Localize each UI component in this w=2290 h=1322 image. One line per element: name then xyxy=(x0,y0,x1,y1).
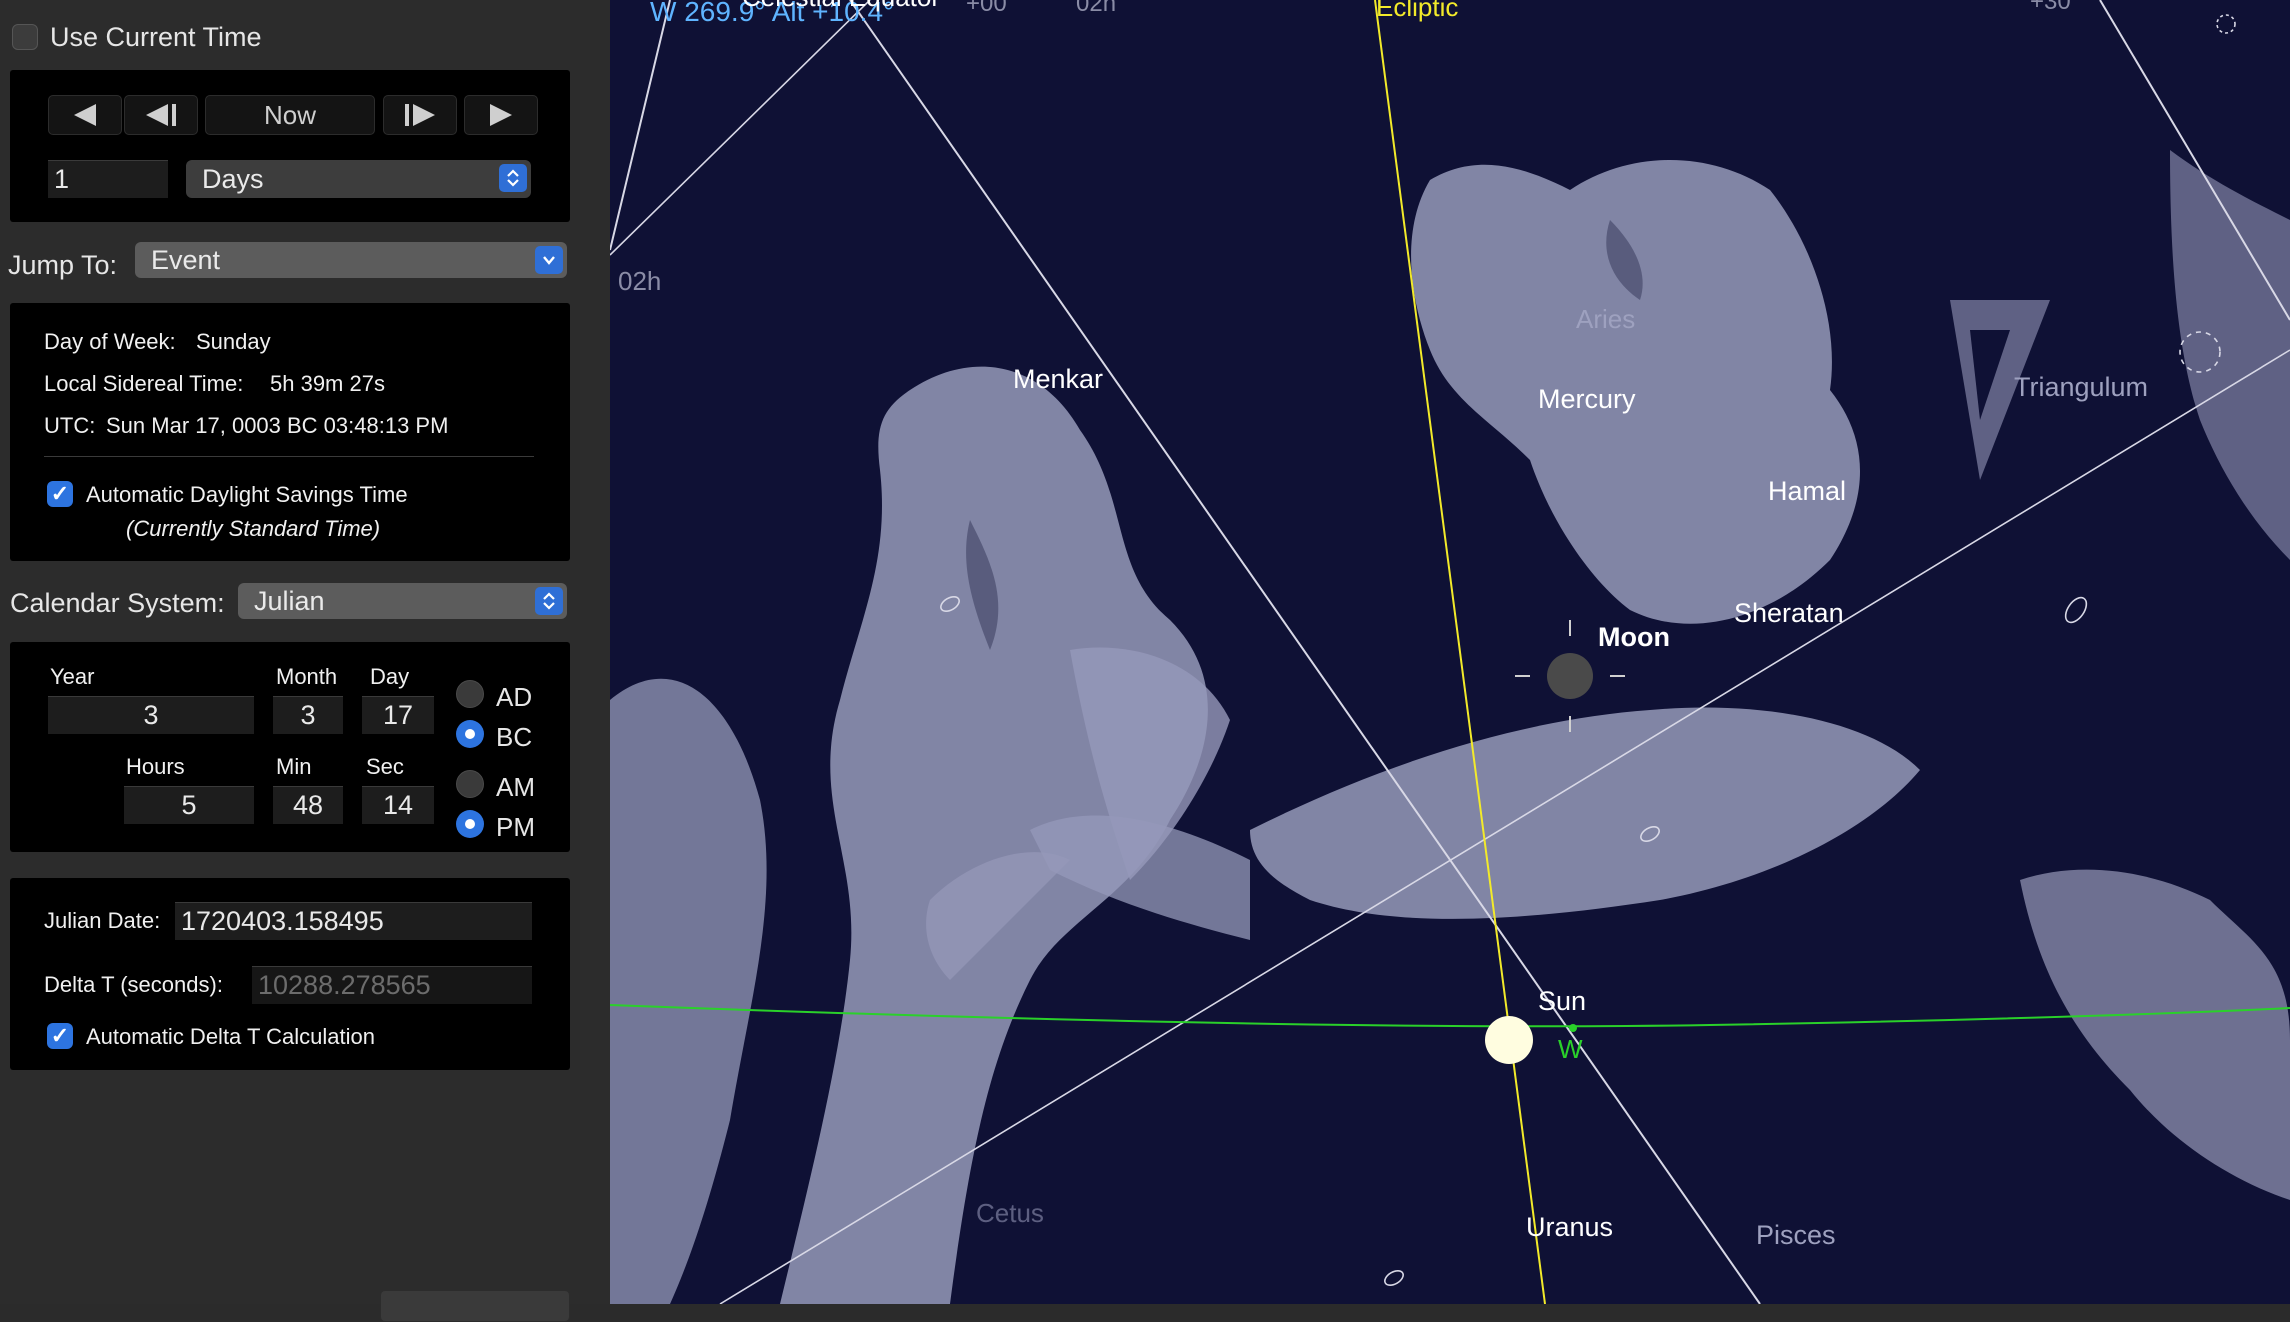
delta-t-label: Delta T (seconds): xyxy=(44,972,223,997)
menkar-label[interactable]: Menkar xyxy=(1013,364,1103,395)
am-radio[interactable] xyxy=(456,770,484,798)
auto-delta-t-checkbox[interactable]: ✓ xyxy=(47,1023,73,1049)
hours-input[interactable]: 5 xyxy=(124,786,254,824)
aries-label[interactable]: Aries xyxy=(1576,304,1635,335)
chevron-down-icon xyxy=(535,246,563,274)
utc-value: Sun Mar 17, 0003 BC 03:48:13 PM xyxy=(106,413,449,438)
calendar-system-select[interactable]: Julian xyxy=(238,583,567,619)
west-point-marker xyxy=(1569,1024,1577,1032)
grid-label-dec-30: +30 xyxy=(2030,0,2071,15)
pisces-label[interactable]: Pisces xyxy=(1756,1220,1836,1251)
cetus-figure xyxy=(610,678,767,1304)
updown-chevron-icon xyxy=(499,164,527,192)
calendar-system-label: Calendar System: xyxy=(10,588,225,618)
right-figure xyxy=(2020,869,2290,1200)
jump-to-value: Event xyxy=(151,244,221,275)
step-back-button[interactable] xyxy=(124,95,198,135)
cluster-marker xyxy=(2216,14,2236,34)
julian-date-input[interactable]: 1720403.158495 xyxy=(175,902,532,940)
moon-label[interactable]: Moon xyxy=(1598,622,1670,653)
step-forward-button[interactable] xyxy=(383,95,457,135)
celestial-equator-label: Celestial Equator xyxy=(742,0,940,13)
cetus-label[interactable]: Cetus xyxy=(976,1198,1044,1229)
time-stepper-box xyxy=(10,70,570,222)
sidereal-time-value: 5h 39m 27s xyxy=(270,371,385,396)
panel-bottom-button[interactable] xyxy=(380,1290,570,1322)
sun-label[interactable]: Sun xyxy=(1538,986,1586,1017)
jump-to-select[interactable]: Event xyxy=(135,242,567,278)
use-current-time-checkbox[interactable] xyxy=(12,24,38,50)
grid-label-left-02h: 02h xyxy=(618,266,662,296)
now-button[interactable]: Now xyxy=(205,95,375,135)
use-current-time-label: Use Current Time xyxy=(50,22,262,52)
day-of-week-value: Sunday xyxy=(196,329,271,354)
min-label: Min xyxy=(276,754,312,779)
sheratan-label[interactable]: Sheratan xyxy=(1734,598,1844,629)
pm-radio[interactable] xyxy=(456,810,484,838)
ra-line-02h xyxy=(610,0,871,256)
pm-label: PM xyxy=(496,812,535,842)
sun-marker xyxy=(1485,1016,1533,1064)
play-icon xyxy=(490,104,512,126)
dst-label: Automatic Daylight Savings Time xyxy=(86,482,408,507)
uranus-label[interactable]: Uranus xyxy=(1526,1212,1613,1243)
grid-label-dec-00: +00 xyxy=(966,0,1007,17)
year-label: Year xyxy=(50,664,95,689)
dst-note: (Currently Standard Time) xyxy=(126,516,381,541)
day-of-week-label: Day of Week: xyxy=(44,329,176,354)
sky-artwork xyxy=(610,0,2290,1304)
utc-label: UTC: xyxy=(44,413,96,438)
galaxy-marker xyxy=(2064,596,2088,624)
ad-label: AD xyxy=(496,682,533,712)
galaxy-marker xyxy=(1384,1269,1404,1287)
horizon-west-label: W xyxy=(1558,1034,1583,1064)
ecliptic-label: Ecliptic xyxy=(1376,0,1459,22)
time-panel: Use Current Time Now 1 Days Jump To: Eve… xyxy=(0,0,610,1322)
pisces-fish xyxy=(1250,707,1920,919)
delta-t-input: 10288.278565 xyxy=(252,966,532,1004)
hamal-label[interactable]: Hamal xyxy=(1768,476,1846,507)
bc-label: BC xyxy=(496,722,533,752)
year-input[interactable]: 3 xyxy=(48,696,254,734)
am-label: AM xyxy=(496,772,535,802)
day-label: Day xyxy=(370,664,410,689)
step-value-input[interactable]: 1 xyxy=(48,160,168,198)
info-divider xyxy=(44,456,534,457)
julian-date-label: Julian Date: xyxy=(44,908,161,933)
hours-label: Hours xyxy=(126,754,185,779)
mercury-label[interactable]: Mercury xyxy=(1538,384,1636,415)
day-input[interactable]: 17 xyxy=(362,696,434,734)
now-label: Now xyxy=(263,99,316,130)
calendar-system-value: Julian xyxy=(254,585,325,616)
ad-radio[interactable] xyxy=(456,680,484,708)
step-unit-value: Days xyxy=(202,163,264,194)
rewind-icon xyxy=(74,104,96,126)
dst-checkbox[interactable]: ✓ xyxy=(47,481,73,507)
sec-label: Sec xyxy=(366,754,404,779)
step-unit-select[interactable]: Days xyxy=(186,160,531,198)
ra-gridline xyxy=(610,0,671,251)
rewind-button[interactable] xyxy=(48,95,122,135)
play-button[interactable] xyxy=(464,95,538,135)
grid-label-top-02h: 02h xyxy=(1076,0,1117,17)
month-input[interactable]: 3 xyxy=(273,696,343,734)
sky-chart-view[interactable]: W 269.9° Alt +10.4° Celestial Equator +0… xyxy=(610,0,2290,1304)
step-forward-icon xyxy=(405,104,435,126)
min-input[interactable]: 48 xyxy=(273,786,343,824)
month-label: Month xyxy=(276,664,338,689)
sidereal-time-label: Local Sidereal Time: xyxy=(44,371,244,396)
bc-radio[interactable] xyxy=(456,720,484,748)
triangulum-label[interactable]: Triangulum xyxy=(2014,372,2148,403)
auto-delta-t-label: Automatic Delta T Calculation xyxy=(86,1024,375,1049)
step-back-icon xyxy=(146,104,176,126)
right-upper-figure xyxy=(2170,150,2290,560)
jump-to-label: Jump To: xyxy=(8,250,118,280)
sec-input[interactable]: 14 xyxy=(362,786,434,824)
updown-chevron-icon xyxy=(535,587,563,615)
